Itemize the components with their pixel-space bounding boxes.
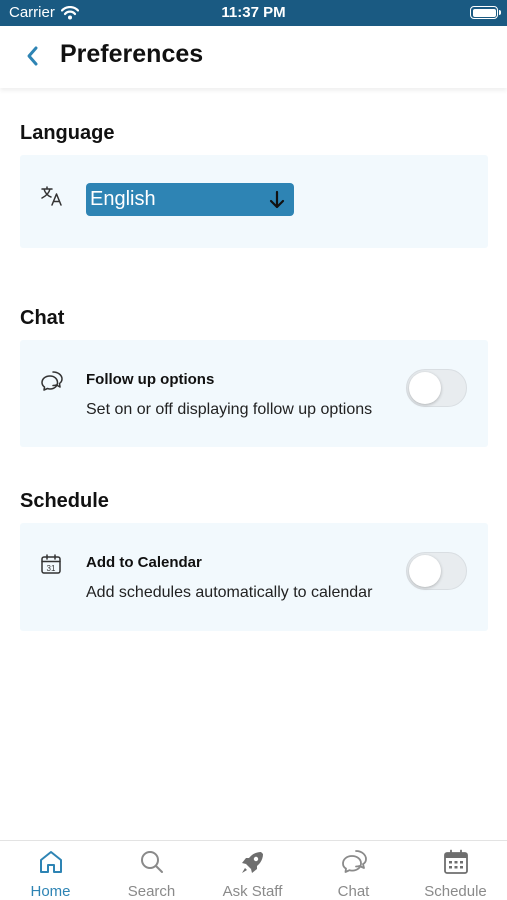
follow-up-options-description: Set on or off displaying follow up optio…: [86, 401, 373, 418]
add-to-calendar-title: Add to Calendar: [86, 554, 202, 571]
tab-bar: Home Search Ask Staff Chat Schedule: [0, 840, 507, 900]
toggle-knob: [409, 372, 441, 404]
page-title: Preferences: [60, 40, 204, 68]
language-select[interactable]: English: [86, 183, 294, 216]
status-bar: Carrier 11:37 PM: [0, 0, 507, 26]
chevron-left-icon: [27, 46, 38, 66]
nav-header: Preferences: [0, 26, 507, 88]
tab-chat-label: Chat: [337, 883, 370, 900]
language-card: English: [20, 155, 488, 248]
tab-chat[interactable]: Chat: [303, 841, 404, 900]
status-time: 11:37 PM: [221, 4, 286, 21]
chat-bubbles-icon: [341, 850, 367, 873]
chat-bubbles-icon: [41, 371, 63, 391]
schedule-section-title: Schedule: [20, 490, 109, 512]
tab-search-label: Search: [127, 883, 176, 900]
back-button[interactable]: [18, 42, 46, 70]
translate-icon: [41, 186, 62, 206]
svg-text:31: 31: [47, 564, 56, 573]
tab-ask-staff-label: Ask Staff: [222, 883, 283, 900]
follow-up-options-title: Follow up options: [86, 371, 215, 388]
tab-ask-staff[interactable]: Ask Staff: [202, 841, 303, 900]
tab-home-label: Home: [30, 883, 71, 900]
arrow-down-icon: [269, 190, 285, 209]
add-to-calendar-toggle[interactable]: [406, 552, 467, 590]
language-section-title: Language: [20, 122, 115, 144]
tab-search[interactable]: Search: [101, 841, 202, 900]
toggle-knob: [409, 555, 441, 587]
chat-section-title: Chat: [20, 307, 65, 329]
calendar-icon: 31: [41, 554, 61, 574]
search-icon: [140, 851, 163, 873]
tab-home[interactable]: Home: [0, 841, 101, 900]
chat-card: Follow up options Set on or off displayi…: [20, 340, 488, 447]
rocket-icon: [241, 852, 263, 873]
follow-up-options-toggle[interactable]: [406, 369, 467, 407]
tab-schedule-label: Schedule: [424, 883, 487, 900]
language-selected-value: English: [90, 188, 156, 210]
add-to-calendar-description: Add schedules automatically to calendar: [86, 584, 373, 601]
calendar-icon: [443, 849, 468, 874]
home-icon: [39, 851, 62, 873]
battery-icon: [470, 6, 501, 19]
tab-schedule[interactable]: Schedule: [404, 841, 507, 900]
schedule-card: 31 Add to Calendar Add schedules automat…: [20, 523, 488, 631]
